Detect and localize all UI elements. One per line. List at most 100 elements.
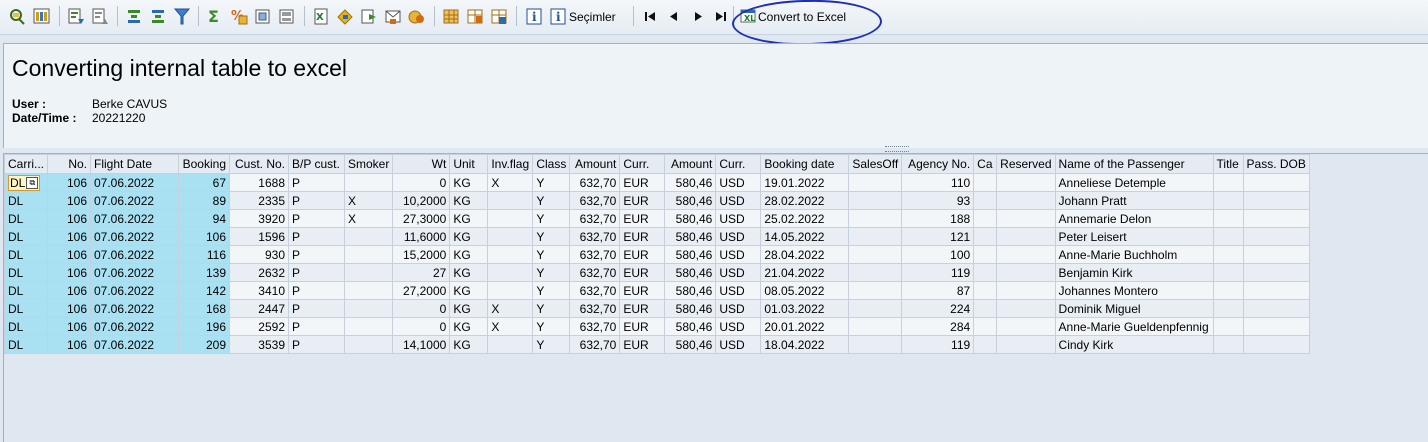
table-cell[interactable]: 07.06.2022 xyxy=(90,317,179,336)
table-cell[interactable] xyxy=(487,227,534,246)
table-cell[interactable]: 2335 xyxy=(229,191,289,210)
table-cell[interactable] xyxy=(1242,227,1310,246)
selections-button-label[interactable]: Seçimler xyxy=(569,10,616,24)
table-cell[interactable]: KG xyxy=(449,191,489,210)
table-cell[interactable]: Dominik Miguel xyxy=(1054,299,1214,318)
table-cell[interactable]: DL xyxy=(4,245,48,264)
table-cell[interactable]: 224 xyxy=(901,299,975,318)
table-cell[interactable]: KG xyxy=(449,335,489,354)
print-preview-icon[interactable] xyxy=(254,7,272,26)
table-cell[interactable]: Y xyxy=(532,263,571,282)
table-cell[interactable]: P xyxy=(288,317,345,336)
table-cell[interactable] xyxy=(973,245,998,264)
table-cell[interactable]: 07.06.2022 xyxy=(90,263,179,282)
table-cell[interactable]: 632,70 xyxy=(569,281,621,300)
table-cell[interactable]: P xyxy=(288,191,345,210)
value-help-icon[interactable]: ⧉ xyxy=(26,177,39,190)
table-cell[interactable]: 106 xyxy=(178,227,230,246)
table-cell[interactable] xyxy=(1212,227,1244,246)
table-cell[interactable]: 07.06.2022 xyxy=(90,173,179,192)
column-header[interactable]: SalesOff xyxy=(848,154,903,174)
table-cell[interactable] xyxy=(996,227,1056,246)
table-cell[interactable]: Anne-Marie Gueldenpfennig xyxy=(1054,317,1214,336)
filter-icon[interactable] xyxy=(173,7,191,26)
column-header[interactable]: Title xyxy=(1212,154,1244,174)
table-cell[interactable]: 100 xyxy=(901,245,975,264)
column-header[interactable]: Name of the Passenger xyxy=(1054,154,1214,174)
table-cell[interactable] xyxy=(1212,299,1244,318)
table-cell[interactable] xyxy=(1242,299,1310,318)
table-cell[interactable]: DL xyxy=(4,299,48,318)
table-cell[interactable]: X xyxy=(487,299,534,318)
table-cell[interactable] xyxy=(973,335,998,354)
table-cell[interactable]: X xyxy=(487,317,534,336)
table-cell[interactable]: 106 xyxy=(47,335,91,354)
table-cell[interactable] xyxy=(848,317,903,336)
table-cell[interactable]: 119 xyxy=(901,335,975,354)
table-cell[interactable]: EUR xyxy=(619,245,666,264)
table-row[interactable]: DL ⧉ 106 07.06.2022 67 1688 P 0 KG X Y 632,70 EUR 580… xyxy=(4,173,1310,192)
table-cell[interactable]: 19.01.2022 xyxy=(760,173,850,192)
table-cell[interactable]: 632,70 xyxy=(569,191,621,210)
table-cell[interactable]: P xyxy=(288,281,345,300)
table-cell[interactable] xyxy=(996,263,1056,282)
column-header[interactable]: Booking date xyxy=(760,154,850,174)
table-row[interactable]: DL 106 07.06.2022 196 2592 P 0 KG X Y 632,70 EUR 580… xyxy=(4,317,1310,336)
sum-icon[interactable]: Σ xyxy=(206,7,224,26)
table-cell[interactable] xyxy=(1212,281,1244,300)
table-cell[interactable] xyxy=(487,335,534,354)
choose-layout-icon[interactable] xyxy=(33,7,51,26)
table-cell[interactable]: P xyxy=(288,299,345,318)
table-cell[interactable] xyxy=(973,191,998,210)
table-cell[interactable]: 18.04.2022 xyxy=(760,335,850,354)
export-icon[interactable] xyxy=(278,7,296,26)
table-cell[interactable]: 11,6000 xyxy=(392,227,451,246)
table-cell[interactable]: EUR xyxy=(619,317,666,336)
table-cell[interactable]: 27,3000 xyxy=(392,209,451,228)
table-cell[interactable]: USD xyxy=(715,263,762,282)
table-cell[interactable]: 2447 xyxy=(229,299,289,318)
table-cell[interactable]: 01.03.2022 xyxy=(760,299,850,318)
table-cell[interactable]: 94 xyxy=(178,209,230,228)
table-cell[interactable]: 580,46 xyxy=(664,245,717,264)
table-cell[interactable]: 07.06.2022 xyxy=(90,245,179,264)
table-cell[interactable]: Y xyxy=(532,209,571,228)
column-header[interactable]: No. xyxy=(47,154,91,174)
table-cell[interactable]: Y xyxy=(532,299,571,318)
table-cell[interactable] xyxy=(1242,335,1310,354)
table-cell[interactable] xyxy=(343,245,394,264)
table-cell[interactable]: 1688 xyxy=(229,173,289,192)
table-cell[interactable]: 28.04.2022 xyxy=(760,245,850,264)
table-row[interactable]: DL 106 07.06.2022 139 2632 P 27 KG Y 632,70 EUR 580… xyxy=(4,263,1310,282)
table-cell[interactable] xyxy=(1242,245,1310,264)
column-header[interactable]: Cust. No. xyxy=(229,154,289,174)
first-page-icon[interactable] xyxy=(643,7,657,26)
table-row[interactable]: DL 106 07.06.2022 209 3539 P 14,1000 KG Y 632,70 E… xyxy=(4,335,1310,354)
table-cell[interactable]: 07.06.2022 xyxy=(90,191,179,210)
table-cell[interactable]: 14,1000 xyxy=(392,335,451,354)
table-cell[interactable]: EUR xyxy=(619,335,666,354)
table-cell[interactable]: 07.06.2022 xyxy=(90,299,179,318)
table-cell[interactable]: KG xyxy=(449,245,489,264)
table-cell[interactable] xyxy=(996,281,1056,300)
table-cell[interactable]: USD xyxy=(715,191,762,210)
table-cell[interactable]: KG xyxy=(449,227,489,246)
table-cell[interactable]: 93 xyxy=(901,191,975,210)
table-cell[interactable] xyxy=(1212,191,1244,210)
table-cell[interactable]: 119 xyxy=(901,263,975,282)
table-cell[interactable] xyxy=(996,191,1056,210)
table-cell[interactable] xyxy=(343,227,394,246)
table-cell[interactable]: 632,70 xyxy=(569,173,621,192)
column-header[interactable]: Inv.flag xyxy=(487,154,534,174)
info-icon[interactable]: i xyxy=(525,7,543,26)
table-cell[interactable]: Cindy Kirk xyxy=(1054,335,1214,354)
table-cell[interactable]: KG xyxy=(449,299,489,318)
table-cell[interactable]: 209 xyxy=(178,335,230,354)
table-cell[interactable] xyxy=(996,317,1056,336)
table-cell[interactable]: X xyxy=(343,209,394,228)
table-cell[interactable]: 632,70 xyxy=(569,335,621,354)
table-cell[interactable]: DL xyxy=(4,263,48,282)
table-cell[interactable]: 580,46 xyxy=(664,263,717,282)
mail-icon[interactable] xyxy=(384,7,402,26)
table-cell[interactable] xyxy=(996,209,1056,228)
